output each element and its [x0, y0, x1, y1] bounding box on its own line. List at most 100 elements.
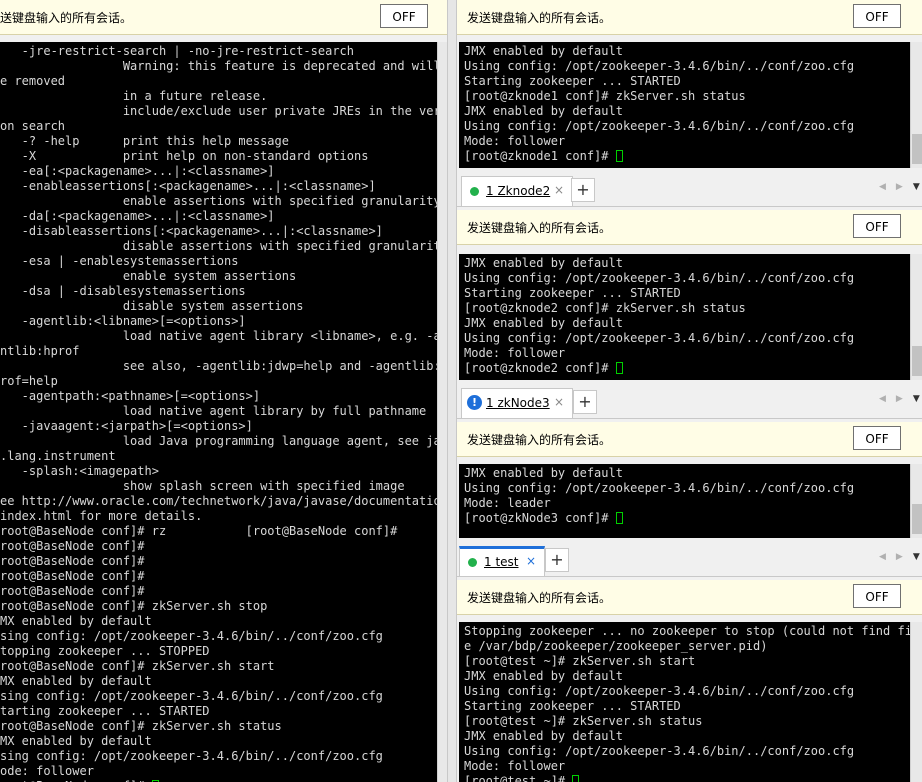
- arrow-left-icon[interactable]: ◀: [879, 552, 886, 562]
- terminal-line-text: disable assertions with specified granul…: [0, 239, 437, 253]
- tab-test[interactable]: 1 test ×: [459, 546, 545, 576]
- tab-scroll-arrows[interactable]: ◀ ▶ ▼: [869, 182, 920, 192]
- terminal-line: -ea[:<packagename>...|:<classname>]: [0, 164, 437, 179]
- terminal-line: -jre-restrict-search | -no-jre-restrict-…: [0, 44, 437, 59]
- broadcast-off-button[interactable]: OFF: [380, 4, 428, 28]
- broadcast-label: 发送键盘输入的所有会话。: [467, 433, 612, 447]
- vertical-scrollbar[interactable]: [910, 622, 922, 782]
- broadcast-off-button[interactable]: OFF: [853, 584, 901, 608]
- add-tab-button[interactable]: +: [571, 178, 595, 202]
- terminal-line-text: -enableassertions[:<packagename>...|:<cl…: [0, 179, 376, 193]
- terminal-line: topping zookeeper ... STOPPED: [0, 644, 437, 659]
- tab-scroll-arrows[interactable]: ◀ ▶ ▼: [869, 394, 920, 404]
- terminal-line-text: ntlib:hprof: [0, 344, 80, 358]
- terminal-line-text: enable system assertions: [0, 269, 297, 283]
- terminal-line-text: sing config: /opt/zookeeper-3.4.6/bin/..…: [0, 629, 383, 643]
- broadcast-off-button[interactable]: OFF: [853, 426, 901, 450]
- terminal-line: -javaagent:<jarpath>[=<options>]: [0, 419, 437, 434]
- arrow-left-icon[interactable]: ◀: [879, 394, 886, 404]
- terminal-line-text: load native agent library by full pathna…: [0, 404, 427, 418]
- pane-splitter[interactable]: [447, 0, 457, 782]
- chevron-down-icon[interactable]: ▼: [913, 552, 920, 562]
- broadcast-bar: 发送键盘输入的所有会话。 OFF: [457, 210, 922, 245]
- terminal-line: index.html for more details.: [0, 509, 437, 524]
- terminal-line-text: root@BaseNode conf]#: [0, 539, 145, 553]
- add-tab-button[interactable]: +: [545, 548, 569, 572]
- tab-scroll-arrows[interactable]: ◀ ▶ ▼: [869, 552, 920, 562]
- vertical-scrollbar[interactable]: [437, 42, 447, 782]
- terminal-line: -dsa | -disablesystemassertions: [0, 284, 437, 299]
- tab-zknode2[interactable]: 1 Zknode2 ×: [461, 176, 573, 206]
- terminal-line: Mode: follower: [464, 134, 910, 149]
- terminal-line-text: Stopping zookeeper ... no zookeeper to s…: [464, 624, 910, 638]
- terminal-line-text: Starting zookeeper ... STARTED: [464, 74, 681, 88]
- scroll-thumb[interactable]: [912, 346, 922, 376]
- terminal-line-text: ee http://www.oracle.com/technetwork/jav…: [0, 494, 437, 508]
- close-icon[interactable]: ×: [526, 554, 536, 568]
- terminal-line-text: JMX enabled by default: [464, 316, 623, 330]
- terminal-line: ode: follower: [0, 764, 437, 779]
- terminal-line: JMX enabled by default: [464, 256, 910, 271]
- vertical-scrollbar[interactable]: [910, 42, 922, 168]
- tab-bar: 1 Zknode2 × + ◀ ▶ ▼: [457, 172, 922, 207]
- terminal-line: Starting zookeeper ... STARTED: [464, 286, 910, 301]
- terminal-line: root@BaseNode conf]#: [0, 554, 437, 569]
- session-pane-zknode1: 发送键盘输入的所有会话。 OFF JMX enabled by default U…: [457, 0, 922, 172]
- terminal-line-text: e /var/bdp/zookeeper/zookeeper_server.pi…: [464, 639, 768, 653]
- broadcast-label: 发送键盘输入的所有会话。: [467, 221, 612, 235]
- terminal-output[interactable]: -jre-restrict-search | -no-jre-restrict-…: [0, 42, 437, 782]
- terminal-line-text: [root@zknode2 conf]# zkServer.sh status: [464, 301, 746, 315]
- terminal-line-text: Mode: leader: [464, 496, 551, 510]
- terminal-line-text: -javaagent:<jarpath>[=<options>]: [0, 419, 253, 433]
- terminal-line: JMX enabled by default: [464, 669, 910, 684]
- broadcast-bar: 发送键盘输入的所有会话。 OFF: [457, 422, 922, 457]
- terminal-line-text: see also, -agentlib:jdwp=help and -agent…: [0, 359, 437, 373]
- arrow-left-icon[interactable]: ◀: [879, 182, 886, 192]
- terminal-line: tarting zookeeper ... STARTED: [0, 704, 437, 719]
- terminal-line: -disableassertions[:<packagename>...|:<c…: [0, 224, 437, 239]
- terminal-line: disable assertions with specified granul…: [0, 239, 437, 254]
- tab-label: 1 zkNode3: [486, 396, 550, 410]
- terminal-line-text: on search: [0, 119, 66, 133]
- terminal-line-text: Using config: /opt/zookeeper-3.4.6/bin/.…: [464, 271, 855, 285]
- terminal-line-text: root@BaseNode conf]# zkServer.sh status: [0, 719, 282, 733]
- broadcast-off-button[interactable]: OFF: [853, 4, 901, 28]
- arrow-right-icon[interactable]: ▶: [896, 182, 903, 192]
- terminal-line: enable system assertions: [0, 269, 437, 284]
- arrow-right-icon[interactable]: ▶: [896, 394, 903, 404]
- warning-icon: !: [467, 395, 482, 410]
- terminal-line: -splash:<imagepath>: [0, 464, 437, 479]
- terminal-line: root@BaseNode conf]# rz [root@BaseNode c…: [0, 524, 437, 539]
- vertical-scrollbar[interactable]: [910, 464, 922, 538]
- terminal-line: rof=help: [0, 374, 437, 389]
- terminal-line: Mode: leader: [464, 496, 910, 511]
- terminal-output[interactable]: JMX enabled by default Using config: /opt…: [459, 254, 910, 380]
- tab-bar: ! 1 zkNode3 × + ◀ ▶ ▼: [457, 384, 922, 419]
- terminal-line-text: disable system assertions: [0, 299, 304, 313]
- tab-zknode3[interactable]: ! 1 zkNode3 ×: [461, 388, 573, 418]
- terminal-line: Mode: follower: [464, 759, 910, 774]
- session-pane-zknode2: 1 Zknode2 × + ◀ ▶ ▼ 发送键盘输入的所有会话。 OFF JMX e…: [457, 172, 922, 384]
- terminal-output[interactable]: JMX enabled by default Using config: /opt…: [459, 42, 910, 168]
- scroll-thumb[interactable]: [912, 504, 922, 534]
- terminal-line: root@BaseNode conf]# zkServer.sh start: [0, 659, 437, 674]
- scroll-thumb[interactable]: [912, 134, 922, 164]
- tab-label: 1 Zknode2: [486, 184, 551, 198]
- tab-bar: 1 test × + ◀ ▶ ▼: [457, 542, 922, 577]
- arrow-right-icon[interactable]: ▶: [896, 552, 903, 562]
- terminal-line-text: Using config: /opt/zookeeper-3.4.6/bin/.…: [464, 744, 855, 758]
- broadcast-label: 发送键盘输入的所有会话。: [467, 591, 612, 605]
- terminal-output[interactable]: JMX enabled by default Using config: /opt…: [459, 464, 910, 538]
- terminal-output[interactable]: Stopping zookeeper ... no zookeeper to s…: [459, 622, 910, 782]
- chevron-down-icon[interactable]: ▼: [913, 182, 920, 192]
- add-tab-button[interactable]: +: [573, 390, 597, 414]
- close-icon[interactable]: ×: [554, 183, 564, 197]
- vertical-scrollbar[interactable]: [910, 254, 922, 380]
- close-icon[interactable]: ×: [554, 395, 564, 409]
- terminal-line: Starting zookeeper ... STARTED: [464, 74, 910, 89]
- terminal-line-text: -agentpath:<pathname>[=<options>]: [0, 389, 261, 403]
- connected-status-icon: [468, 558, 477, 567]
- broadcast-off-button[interactable]: OFF: [853, 214, 901, 238]
- chevron-down-icon[interactable]: ▼: [913, 394, 920, 404]
- terminal-line-text: load native agent library <libname>, e.g…: [0, 329, 437, 343]
